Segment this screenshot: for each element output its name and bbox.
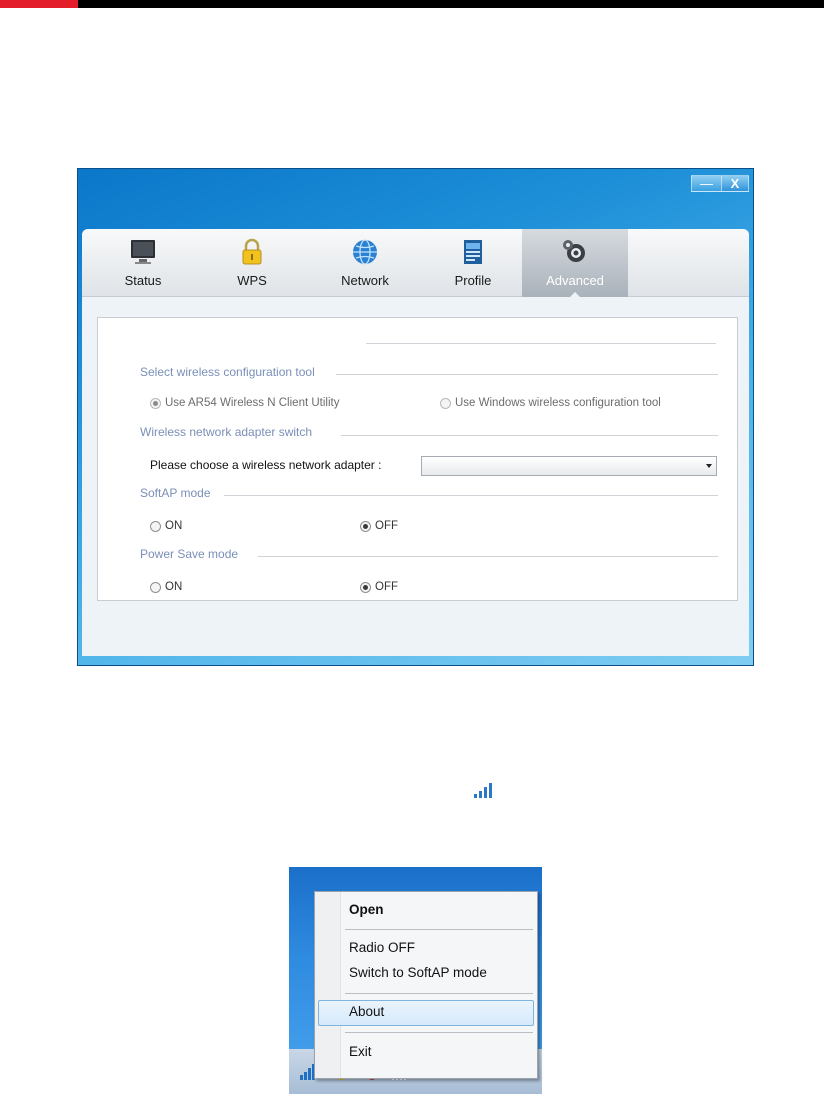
tray-menu-screenshot: Open Radio OFF Switch to SoftAP mode Abo… bbox=[289, 867, 542, 1094]
softap-section-title: SoftAP mode bbox=[140, 486, 211, 500]
divider bbox=[341, 435, 718, 436]
divider bbox=[258, 556, 718, 557]
adapter-label: Please choose a wireless network adapter… bbox=[150, 458, 382, 472]
radio-powersave-off[interactable]: OFF bbox=[360, 581, 398, 593]
radio-indicator[interactable] bbox=[150, 581, 161, 593]
divider bbox=[224, 495, 718, 496]
tab-wps[interactable]: WPS bbox=[199, 229, 305, 297]
tab-profile-label: Profile bbox=[454, 273, 492, 288]
tab-advanced-label: Advanced bbox=[546, 273, 604, 288]
padlock-icon bbox=[242, 238, 262, 265]
radio-use-utility[interactable]: Use AR54 Wireless N Client Utility bbox=[150, 397, 339, 409]
tab-status-label: Status bbox=[124, 273, 162, 288]
divider bbox=[336, 374, 718, 375]
utility-window: — X Status WPS Network Profile Advanced … bbox=[77, 168, 754, 666]
radio-softap-off[interactable]: OFF bbox=[360, 520, 398, 532]
minimize-button[interactable]: — bbox=[691, 175, 721, 192]
radio-powersave-on-label: ON bbox=[165, 581, 183, 593]
main-panel: Status WPS Network Profile Advanced Sele… bbox=[82, 229, 749, 656]
radio-indicator[interactable] bbox=[150, 397, 161, 409]
radio-softap-off-label: OFF bbox=[375, 520, 398, 532]
radio-powersave-off-label: OFF bbox=[375, 581, 398, 593]
close-button[interactable]: X bbox=[721, 175, 749, 192]
monitor-icon bbox=[131, 240, 155, 264]
menu-item-switch-softap[interactable]: Switch to SoftAP mode bbox=[349, 965, 487, 980]
tab-advanced[interactable]: Advanced bbox=[522, 229, 628, 297]
menu-item-open[interactable]: Open bbox=[349, 902, 384, 917]
tab-network-label: Network bbox=[341, 273, 389, 288]
menu-separator bbox=[345, 1032, 533, 1033]
page-header-bar bbox=[0, 0, 824, 8]
radio-powersave-on[interactable]: ON bbox=[150, 581, 182, 593]
advanced-settings-panel: Select wireless configuration tool Use A… bbox=[97, 317, 738, 601]
radio-softap-on[interactable]: ON bbox=[150, 520, 182, 532]
radio-indicator[interactable] bbox=[150, 520, 161, 532]
radio-use-utility-label: Use AR54 Wireless N Client Utility bbox=[165, 397, 340, 409]
header-accent bbox=[0, 0, 78, 8]
adapter-dropdown[interactable] bbox=[421, 456, 717, 476]
tray-context-menu: Open Radio OFF Switch to SoftAP mode Abo… bbox=[314, 891, 538, 1079]
menu-item-radio-off[interactable]: Radio OFF bbox=[349, 940, 415, 955]
menu-item-about[interactable]: About bbox=[349, 1004, 384, 1019]
menu-gutter bbox=[315, 892, 341, 1078]
document-icon bbox=[464, 240, 482, 264]
divider bbox=[366, 343, 716, 344]
adapter-switch-section-title: Wireless network adapter switch bbox=[140, 425, 313, 439]
powersave-section-title: Power Save mode bbox=[140, 547, 239, 561]
chevron-down-icon[interactable] bbox=[706, 464, 712, 468]
radio-softap-on-label: ON bbox=[165, 520, 183, 532]
tab-network[interactable]: Network bbox=[312, 229, 418, 297]
menu-separator bbox=[345, 993, 533, 994]
radio-use-windows-tool-label: Use Windows wireless configuration tool bbox=[455, 397, 661, 409]
gear-icon bbox=[563, 240, 585, 262]
globe-icon bbox=[353, 239, 377, 265]
tab-profile[interactable]: Profile bbox=[420, 229, 526, 297]
window-controls: — X bbox=[691, 175, 749, 192]
radio-indicator[interactable] bbox=[440, 397, 451, 409]
radio-indicator[interactable] bbox=[360, 520, 371, 532]
tab-status[interactable]: Status bbox=[90, 229, 196, 297]
radio-indicator[interactable] bbox=[360, 581, 371, 593]
menu-separator bbox=[345, 929, 533, 930]
config-tool-section-title: Select wireless configuration tool bbox=[140, 365, 315, 379]
tab-wps-label: WPS bbox=[237, 273, 267, 288]
menu-item-exit[interactable]: Exit bbox=[349, 1044, 372, 1059]
tab-bar: Status WPS Network Profile Advanced bbox=[82, 229, 749, 297]
signal-strength-icon bbox=[474, 783, 492, 798]
radio-use-windows-tool[interactable]: Use Windows wireless configuration tool bbox=[440, 397, 661, 409]
